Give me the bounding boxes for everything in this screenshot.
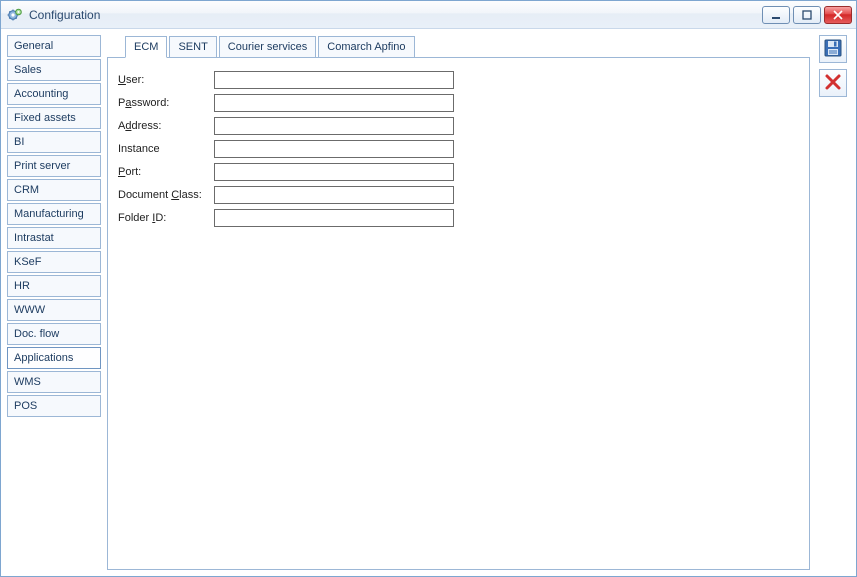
sidebar-item-label: BI <box>14 136 24 148</box>
sidebar-item-label: Fixed assets <box>14 112 76 124</box>
form-row-password: Password: <box>118 93 799 112</box>
address-field[interactable] <box>214 117 454 135</box>
document-class-field[interactable] <box>214 186 454 204</box>
tab-label: Courier services <box>228 41 307 53</box>
sidebar-item-label: Manufacturing <box>14 208 84 220</box>
label-port: Port: <box>118 166 214 178</box>
config-window: Configuration General Sales Accounting F… <box>0 0 857 577</box>
tab-sent[interactable]: SENT <box>169 36 216 58</box>
sidebar-item-sales[interactable]: Sales <box>7 59 101 81</box>
sidebar-item-label: Intrastat <box>14 232 54 244</box>
label-password: Password: <box>118 97 214 109</box>
tab-ecm[interactable]: ECM <box>125 36 167 58</box>
form-row-instance: Instance <box>118 139 799 158</box>
tab-label: ECM <box>134 41 158 53</box>
sidebar-item-fixed-assets[interactable]: Fixed assets <box>7 107 101 129</box>
cancel-button[interactable] <box>819 69 847 97</box>
sidebar-item-label: KSeF <box>14 256 42 268</box>
sidebar-item-general[interactable]: General <box>7 35 101 57</box>
form-row-folder-id: Folder ID: <box>118 208 799 227</box>
right-toolbar <box>816 35 850 570</box>
sidebar-item-hr[interactable]: HR <box>7 275 101 297</box>
sidebar-item-label: WMS <box>14 376 41 388</box>
tab-label: Comarch Apfino <box>327 41 405 53</box>
tab-comarch-apfino[interactable]: Comarch Apfino <box>318 36 414 58</box>
titlebar: Configuration <box>1 1 856 29</box>
tab-courier-services[interactable]: Courier services <box>219 36 316 58</box>
user-field[interactable] <box>214 71 454 89</box>
label-folder-id: Folder ID: <box>118 212 214 224</box>
form-row-document-class: Document Class: <box>118 185 799 204</box>
sidebar-item-label: WWW <box>14 304 45 316</box>
sidebar-item-label: CRM <box>14 184 39 196</box>
instance-field[interactable] <box>214 140 454 158</box>
sidebar-item-crm[interactable]: CRM <box>7 179 101 201</box>
sidebar-item-applications[interactable]: Applications <box>7 347 101 369</box>
sidebar-item-label: Sales <box>14 64 42 76</box>
form-row-user: User: <box>118 70 799 89</box>
close-x-icon <box>824 73 842 94</box>
sidebar-item-pos[interactable]: POS <box>7 395 101 417</box>
window-title: Configuration <box>29 8 100 22</box>
sidebar-item-label: Accounting <box>14 88 68 100</box>
tab-row: ECM SENT Courier services Comarch Apfino <box>107 35 810 57</box>
minimize-button[interactable] <box>762 6 790 24</box>
client-area: General Sales Accounting Fixed assets BI… <box>1 29 856 576</box>
port-field[interactable] <box>214 163 454 181</box>
label-address: Address: <box>118 120 214 132</box>
window-close-button[interactable] <box>824 6 852 24</box>
sidebar: General Sales Accounting Fixed assets BI… <box>7 35 101 570</box>
form-row-address: Address: <box>118 116 799 135</box>
tab-label: SENT <box>178 41 207 53</box>
label-user: User: <box>118 74 214 86</box>
sidebar-item-label: POS <box>14 400 37 412</box>
main-area: ECM SENT Courier services Comarch Apfino… <box>107 35 810 570</box>
maximize-button[interactable] <box>793 6 821 24</box>
content-panel: User: Password: Address: Instance Port: <box>107 57 810 570</box>
sidebar-item-doc-flow[interactable]: Doc. flow <box>7 323 101 345</box>
sidebar-item-wms[interactable]: WMS <box>7 371 101 393</box>
sidebar-item-label: HR <box>14 280 30 292</box>
sidebar-item-intrastat[interactable]: Intrastat <box>7 227 101 249</box>
label-document-class: Document Class: <box>118 189 214 201</box>
password-field[interactable] <box>214 94 454 112</box>
sidebar-item-label: Doc. flow <box>14 328 59 340</box>
folder-id-field[interactable] <box>214 209 454 227</box>
sidebar-item-bi[interactable]: BI <box>7 131 101 153</box>
save-button[interactable] <box>819 35 847 63</box>
sidebar-item-print-server[interactable]: Print server <box>7 155 101 177</box>
sidebar-item-label: General <box>14 40 53 52</box>
sidebar-item-label: Print server <box>14 160 70 172</box>
save-icon <box>823 38 843 61</box>
sidebar-item-label: Applications <box>14 352 73 364</box>
gear-icon <box>7 7 23 23</box>
label-instance: Instance <box>118 143 214 155</box>
window-buttons <box>762 6 852 24</box>
sidebar-item-accounting[interactable]: Accounting <box>7 83 101 105</box>
sidebar-item-www[interactable]: WWW <box>7 299 101 321</box>
sidebar-item-manufacturing[interactable]: Manufacturing <box>7 203 101 225</box>
sidebar-item-ksef[interactable]: KSeF <box>7 251 101 273</box>
form-row-port: Port: <box>118 162 799 181</box>
